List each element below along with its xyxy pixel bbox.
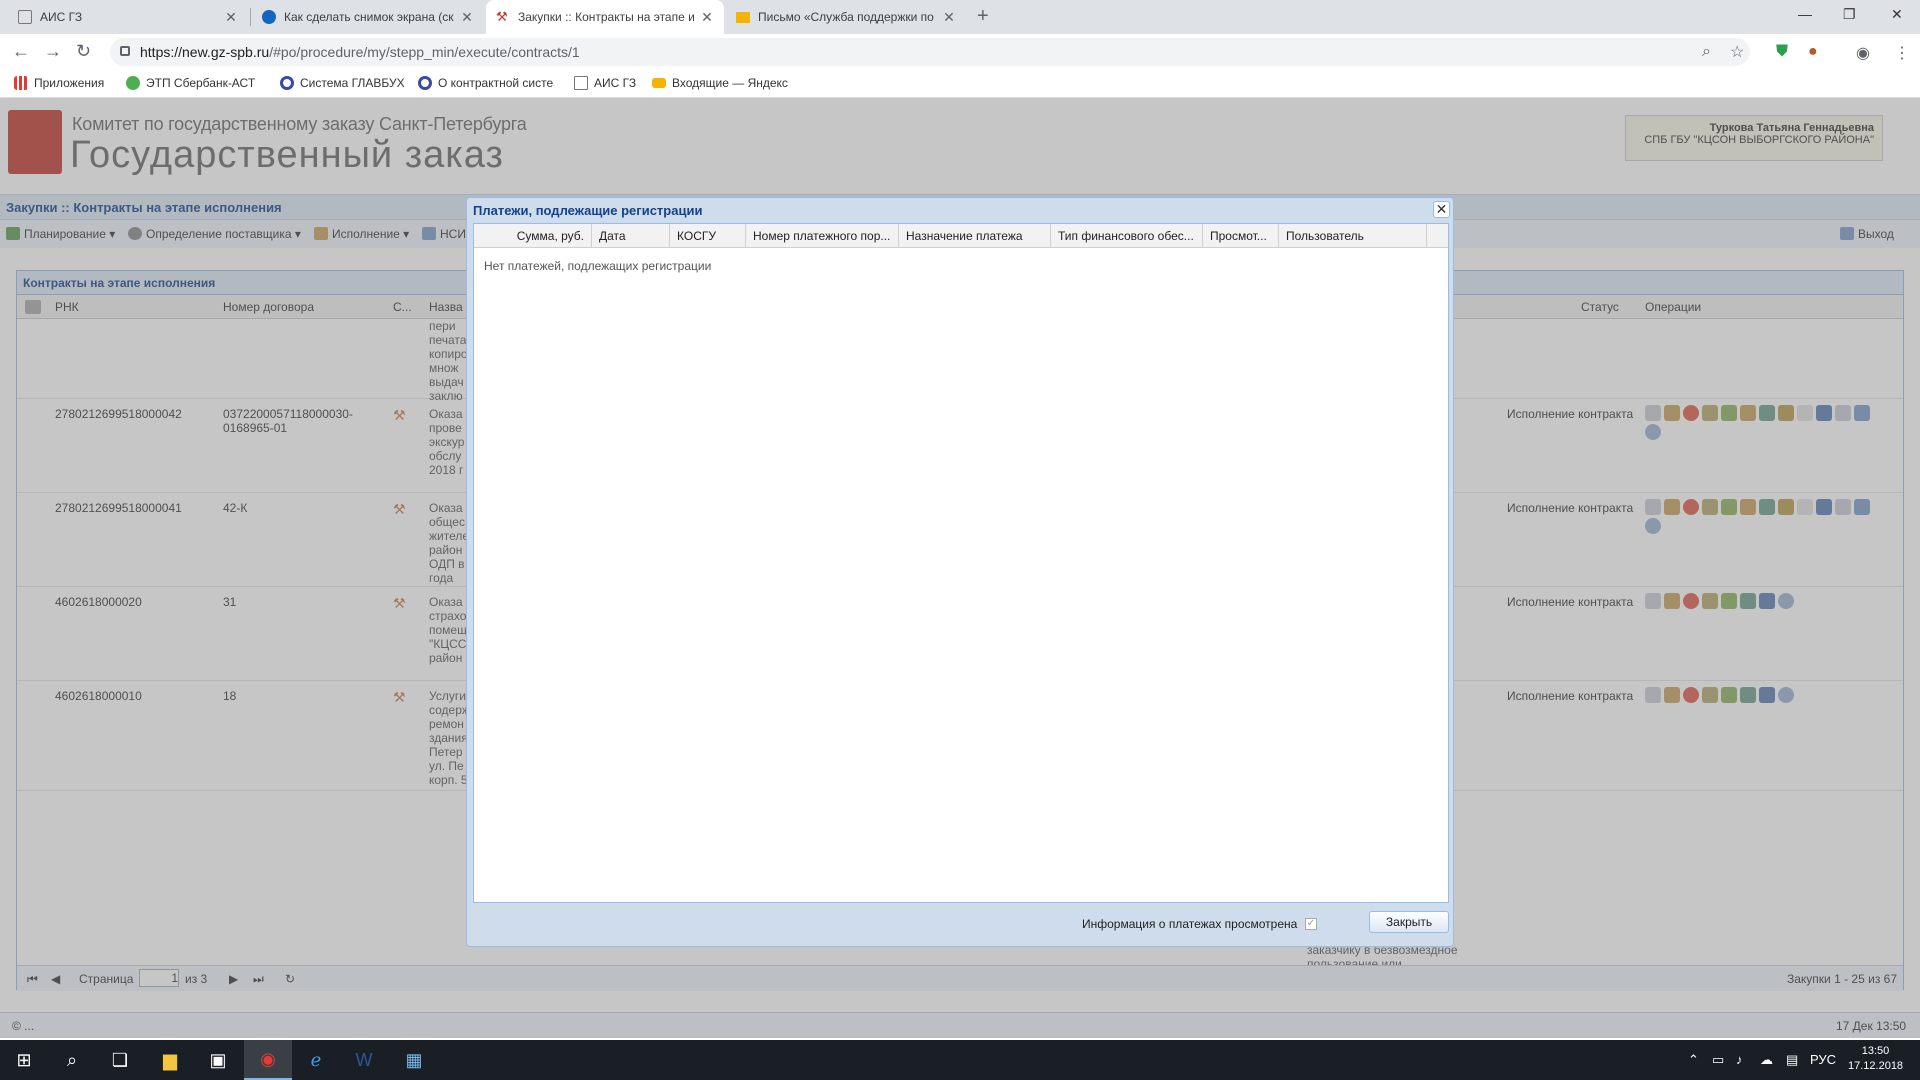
browser-tab-strip: АИС ГЗ ✕ Как сделать снимок экрана (скр …	[0, 0, 1920, 34]
page-icon	[574, 76, 588, 90]
tray-chevron-icon[interactable]: ⌃	[1688, 1052, 1699, 1068]
close-button[interactable]: Закрыть	[1369, 911, 1449, 933]
bookmark-label: О контрактной систе	[438, 76, 554, 90]
browser-tab[interactable]: Письмо «Служба поддержки по ✕	[726, 0, 966, 34]
taskbar-clock[interactable]: 13:50 17.12.2018	[1848, 1044, 1903, 1074]
windows-taskbar: ⊞ ⌕ ❏ ▆ ▣ ◉ ℯ W ▦ ⌃ ▭ ♪ ☁ ▤ РУС 13:50 17…	[0, 1040, 1920, 1080]
dialog-footer: Информация о платежах просмотрена ✓ Закр…	[473, 904, 1449, 942]
mail-icon	[652, 78, 666, 88]
shield-icon[interactable]: ⛊	[1776, 43, 1788, 61]
windows-start-icon[interactable]: ⊞	[0, 1040, 48, 1080]
zoom-icon[interactable]: ⌕	[1702, 43, 1711, 61]
payments-grid: Сумма, руб. Дата КОСГУ Номер платежного …	[473, 223, 1449, 903]
bookmark-apps[interactable]: Приложения	[14, 76, 114, 90]
clock-date: 17.12.2018	[1848, 1060, 1904, 1072]
close-icon[interactable]: ✕	[700, 9, 714, 26]
app-icon[interactable]: ▦	[390, 1040, 438, 1080]
col-payment-purpose[interactable]: Назначение платежа	[899, 224, 1051, 248]
page-icon	[18, 10, 32, 24]
bookmark-label: Приложения	[34, 76, 105, 90]
mail-icon	[736, 11, 750, 23]
globe-icon	[262, 10, 276, 24]
payments-grid-header: Сумма, руб. Дата КОСГУ Номер платежного …	[474, 224, 1448, 248]
browser-toolbar: ← → ↻ https://new.gz-spb.ru/#po/procedur…	[0, 34, 1920, 70]
col-amount[interactable]: Сумма, руб.	[474, 224, 592, 248]
forward-icon[interactable]: →	[44, 41, 62, 62]
word-icon[interactable]: W	[340, 1040, 388, 1080]
browser-tab-active[interactable]: ⚒ Закупки :: Контракты на этапе и ✕	[486, 0, 724, 34]
back-icon[interactable]: ←	[12, 41, 30, 62]
viewed-checkbox[interactable]: ✓	[1305, 918, 1317, 930]
chrome-icon[interactable]: ◉	[244, 1040, 292, 1080]
browser-tab[interactable]: Как сделать снимок экрана (скр ✕	[252, 0, 484, 34]
bookmark-item[interactable]: Входящие — Яндекс	[652, 76, 790, 90]
close-icon[interactable]: ✕	[224, 9, 238, 26]
address-bar[interactable]: https://new.gz-spb.ru/#po/procedure/my/s…	[110, 38, 1750, 66]
window-close-button[interactable]: ✕	[1891, 6, 1903, 23]
col-payment-order-no[interactable]: Номер платежного пор...	[746, 224, 899, 248]
kontrakt-icon	[418, 76, 432, 90]
network-icon[interactable]: ▭	[1712, 1052, 1724, 1068]
tab-label: Письмо «Служба поддержки по	[758, 10, 934, 24]
bookmark-label: Входящие — Яндекс	[672, 76, 788, 90]
bookmark-item[interactable]: О контрактной систе	[418, 76, 556, 90]
col-kosgu[interactable]: КОСГУ	[670, 224, 746, 248]
col-user[interactable]: Пользователь	[1279, 224, 1427, 248]
search-icon[interactable]: ⌕	[48, 1040, 96, 1080]
bookmark-item[interactable]: Система ГЛАВБУХ	[280, 76, 410, 90]
col-date[interactable]: Дата	[592, 224, 670, 248]
tab-label: Закупки :: Контракты на этапе и	[518, 10, 694, 24]
col-viewed[interactable]: Просмот...	[1203, 224, 1279, 248]
bookmark-label: ЭТП Сбербанк-АСТ	[146, 76, 256, 90]
lock-icon	[120, 46, 130, 56]
close-icon[interactable]: ✕	[942, 9, 956, 26]
glavbukh-icon	[280, 76, 294, 90]
menu-icon[interactable]: ⋮	[1894, 43, 1910, 63]
dialog-title: Платежи, подлежащие регистрации	[473, 203, 703, 218]
notification-icon[interactable]: ▤	[1786, 1052, 1798, 1068]
volume-icon[interactable]: ♪	[1736, 1052, 1743, 1067]
col-finance-type[interactable]: Тип финансового обес...	[1051, 224, 1203, 248]
viewed-checkbox-label: Информация о платежах просмотрена	[1082, 917, 1298, 931]
ie-icon[interactable]: ℯ	[292, 1040, 340, 1080]
tab-label: Как сделать снимок экрана (скр	[284, 10, 454, 24]
bookmarks-bar: Приложения ЭТП Сбербанк-АСТ Система ГЛАВ…	[0, 70, 1920, 98]
minimize-button[interactable]: —	[1798, 6, 1812, 22]
onedrive-icon[interactable]: ☁	[1760, 1052, 1773, 1068]
url-path: /#po/procedure/my/stepp_min/execute/cont…	[269, 44, 580, 60]
gavel-icon: ⚒	[496, 9, 508, 24]
star-icon[interactable]: ☆	[1730, 42, 1744, 62]
payments-dialog: Платежи, подлежащие регистрации ✕ Сумма,…	[466, 197, 1454, 947]
url-host: https://new.gz-spb.ru	[140, 44, 270, 60]
extension-icon[interactable]: ●	[1808, 43, 1818, 61]
browser-tab[interactable]: АИС ГЗ ✕	[8, 0, 248, 34]
new-tab-button[interactable]: +	[977, 5, 989, 28]
tab-label: АИС ГЗ	[40, 10, 83, 24]
file-explorer-icon[interactable]: ▆	[146, 1040, 194, 1080]
store-icon[interactable]: ▣	[194, 1040, 242, 1080]
clock-time: 13:50	[1861, 1045, 1890, 1057]
bookmark-label: Система ГЛАВБУХ	[300, 76, 405, 90]
close-icon[interactable]: ✕	[1433, 201, 1450, 218]
task-view-icon[interactable]: ❏	[96, 1040, 144, 1080]
bookmark-item[interactable]: ЭТП Сбербанк-АСТ	[126, 76, 261, 90]
bookmark-item[interactable]: АИС ГЗ	[574, 76, 652, 90]
reload-icon[interactable]: ↻	[76, 41, 91, 62]
empty-message: Нет платежей, подлежащих регистрации	[484, 259, 712, 273]
account-icon[interactable]: ◉	[1856, 43, 1870, 63]
language-indicator[interactable]: РУС	[1810, 1052, 1836, 1067]
close-icon[interactable]: ✕	[460, 9, 474, 26]
restore-button[interactable]: ❐	[1843, 6, 1856, 23]
sberbank-icon	[126, 76, 140, 90]
apps-grid-icon	[14, 76, 28, 90]
bookmark-label: АИС ГЗ	[594, 76, 637, 90]
